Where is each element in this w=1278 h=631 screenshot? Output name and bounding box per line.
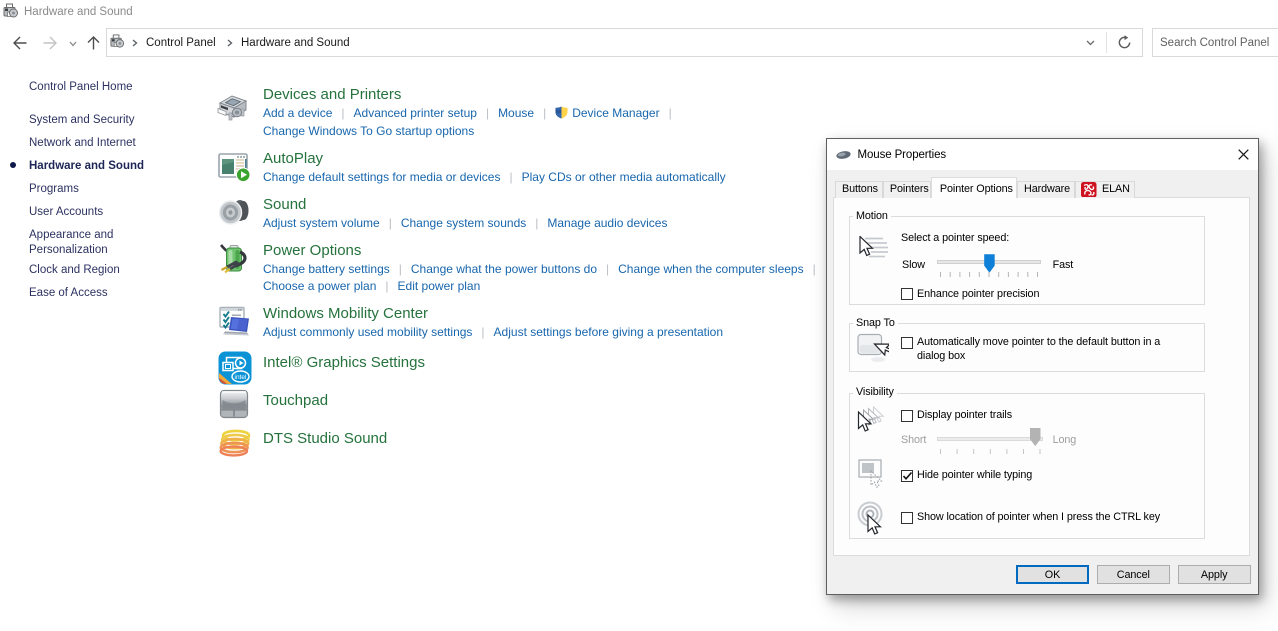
svg-text:intel: intel	[235, 374, 247, 381]
